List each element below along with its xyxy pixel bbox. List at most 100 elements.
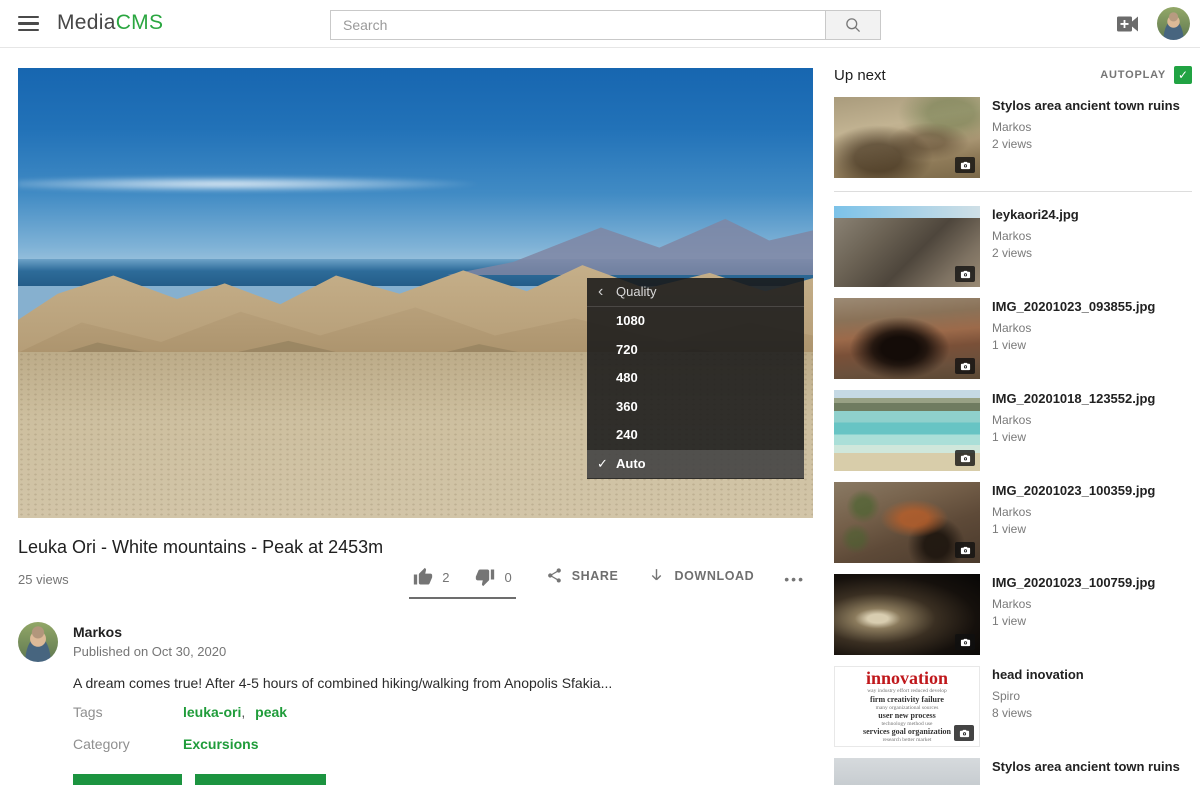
thumbnail-ruins[interactable] (834, 97, 980, 178)
video-player[interactable]: ‹ Quality 1080720480360240✓Auto 0:01 / 0… (18, 68, 813, 518)
author-name[interactable]: Markos (73, 624, 226, 640)
item-title[interactable]: head inovation (992, 667, 1084, 683)
edit-media-button[interactable]: EDIT MEDIA (73, 774, 182, 785)
category-link[interactable]: Excursions (183, 736, 258, 752)
user-avatar[interactable] (1157, 7, 1190, 40)
search-input[interactable] (330, 10, 825, 40)
item-title[interactable]: IMG_20201023_100759.jpg (992, 575, 1155, 591)
upload-media-button[interactable] (1116, 13, 1140, 35)
search-button[interactable] (825, 10, 881, 40)
item-author[interactable]: Markos (992, 229, 1079, 243)
quality-option-720[interactable]: 720 (587, 336, 804, 365)
upnext-list: Stylos area ancient town ruinsMarkos2 vi… (834, 97, 1192, 785)
media-description: A dream comes true! After 4-5 hours of c… (18, 675, 813, 691)
list-item[interactable]: IMG_20201023_100359.jpgMarkos1 view (834, 482, 1192, 563)
author-avatar[interactable] (18, 622, 58, 662)
quality-menu: ‹ Quality 1080 720480360240✓Auto (587, 278, 804, 479)
wordcloud-word: firm creativity failure (870, 695, 944, 705)
more-options-icon[interactable]: ••• (784, 567, 805, 587)
tag-list: leuka-ori, peak (183, 704, 287, 720)
menu-icon[interactable] (18, 16, 39, 32)
autoplay-checkbox[interactable]: ✓ (1174, 66, 1192, 84)
item-title[interactable]: leykaori24.jpg (992, 207, 1079, 223)
logo-text-cms: CMS (116, 11, 164, 34)
wordcloud-word: innovation (866, 669, 948, 688)
item-title[interactable]: IMG_20201023_100359.jpg (992, 483, 1155, 499)
published-date: Published on Oct 30, 2020 (73, 644, 226, 659)
item-title[interactable]: Stylos area ancient town ruins (992, 98, 1180, 114)
thumbnail-wordcloud[interactable]: innovationway industry effort reduced de… (834, 666, 980, 747)
item-author[interactable]: Spiro (992, 689, 1084, 703)
search-icon (844, 16, 862, 34)
list-item[interactable]: Stylos area ancient town ruins (834, 758, 1192, 785)
camera-icon (960, 361, 971, 372)
item-author[interactable]: Markos (992, 120, 1180, 134)
logo[interactable]: MediaCMS (57, 11, 163, 35)
item-author[interactable]: Markos (992, 597, 1155, 611)
item-title[interactable]: IMG_20201023_093855.jpg (992, 299, 1155, 315)
thumbnail-misty[interactable] (834, 758, 980, 785)
list-item[interactable]: IMG_20201018_123552.jpgMarkos1 view (834, 390, 1192, 471)
tags-row: Tags leuka-ori, peak (18, 704, 813, 723)
download-button[interactable]: DOWNLOAD (648, 567, 754, 584)
item-info: IMG_20201023_093855.jpgMarkos1 view (980, 298, 1155, 379)
share-label: SHARE (572, 569, 619, 583)
quality-menu-header[interactable]: ‹ Quality (587, 278, 804, 307)
thumbnail-mountain[interactable] (834, 206, 980, 287)
list-item[interactable]: innovationway industry effort reduced de… (834, 666, 1192, 747)
tag-link-leuka-ori[interactable]: leuka-ori (183, 704, 241, 720)
autoplay-label: AUTOPLAY (1100, 69, 1166, 81)
item-info: IMG_20201018_123552.jpgMarkos1 view (980, 390, 1155, 471)
item-title[interactable]: IMG_20201018_123552.jpg (992, 391, 1155, 407)
quality-option-auto[interactable]: ✓Auto (587, 450, 804, 479)
wordcloud-word: technology method use (881, 721, 932, 728)
thumbnail-beach[interactable] (834, 390, 980, 471)
download-label: DOWNLOAD (674, 569, 754, 583)
thumbs-down-icon (475, 567, 495, 587)
item-author[interactable]: Markos (992, 505, 1155, 519)
tags-label: Tags (73, 704, 183, 720)
up-next-sidebar: Up next AUTOPLAY ✓ Stylos area ancient t… (834, 62, 1192, 785)
thumbnail-dark-cave[interactable] (834, 574, 980, 655)
quality-option-480[interactable]: 480 (587, 364, 804, 393)
share-button[interactable]: SHARE (546, 567, 619, 584)
list-item[interactable]: Stylos area ancient town ruinsMarkos2 vi… (834, 97, 1192, 178)
media-actions: 2 0 SHARE DOWNLOAD ••• (409, 567, 805, 599)
list-item[interactable]: IMG_20201023_100759.jpgMarkos1 view (834, 574, 1192, 655)
wordcloud-word: research better market (883, 737, 932, 744)
quality-menu-options: 1080 720480360240✓Auto (587, 307, 804, 478)
download-icon (648, 567, 665, 584)
dislike-button[interactable]: 0 (475, 567, 511, 587)
delete-media-button[interactable]: DELETE MEDIA (195, 774, 326, 785)
list-item[interactable]: leykaori24.jpgMarkos2 views (834, 206, 1192, 287)
back-chevron-icon: ‹ (598, 278, 603, 306)
page-title: Leuka Ori - White mountains - Peak at 24… (18, 537, 813, 558)
item-title[interactable]: Stylos area ancient town ruins (992, 759, 1180, 775)
quality-option-360[interactable]: 360 (587, 393, 804, 422)
item-author[interactable]: Markos (992, 413, 1155, 427)
wordcloud-word: services goal organization (863, 727, 951, 737)
like-button[interactable]: 2 (413, 567, 449, 587)
thumbnail-cliff[interactable] (834, 482, 980, 563)
quality-option-240[interactable]: 240 (587, 421, 804, 450)
wordcloud-word: many organizational sources (876, 705, 939, 712)
list-item[interactable]: IMG_20201023_093855.jpgMarkos1 view (834, 298, 1192, 379)
logo-text-media: Media (57, 11, 116, 34)
camera-icon (960, 269, 971, 280)
thumbnail-cave-rock[interactable] (834, 298, 980, 379)
tag-link-peak[interactable]: peak (255, 704, 287, 720)
video-upload-icon (1116, 13, 1140, 35)
item-info: leykaori24.jpgMarkos2 views (980, 206, 1079, 287)
item-author[interactable]: Markos (992, 321, 1155, 335)
autoplay-control: AUTOPLAY ✓ (1100, 66, 1192, 84)
camera-icon (960, 545, 971, 556)
view-count: 25 views (18, 572, 69, 587)
ratings-group: 2 0 (409, 567, 515, 599)
video-frame-cloud (18, 176, 479, 192)
item-info: head inovationSpiro8 views (980, 666, 1084, 747)
quality-option-1080[interactable]: 1080 (587, 307, 804, 336)
item-info: Stylos area ancient town ruins (980, 758, 1180, 785)
item-info: Stylos area ancient town ruinsMarkos2 vi… (980, 97, 1180, 178)
quality-option-label: 1080 (616, 313, 645, 328)
media-meta-row: 25 views 2 0 SHARE (18, 567, 813, 613)
